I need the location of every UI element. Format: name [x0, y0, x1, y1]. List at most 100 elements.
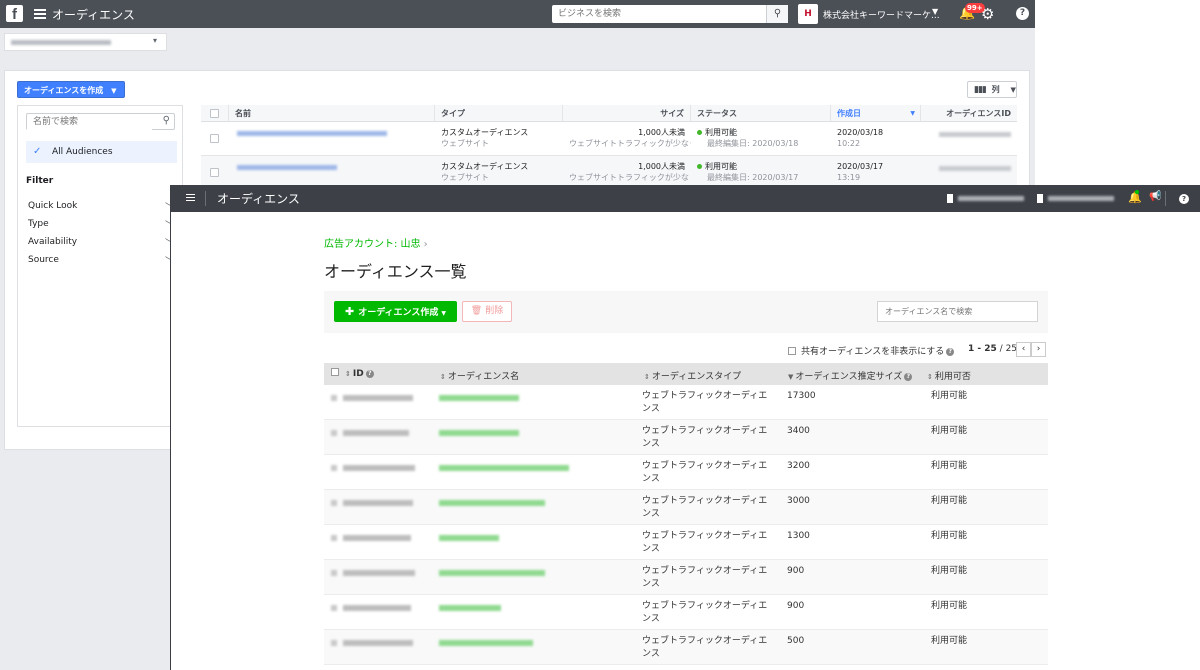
megaphone-icon[interactable]: 📢 [1149, 191, 1161, 202]
audience-size: 900 [787, 566, 805, 576]
filter-type[interactable]: Type ﹀ [28, 219, 174, 231]
columns-icon: ▮▮▮ [974, 85, 987, 95]
delete-button[interactable]: 🗑 削除 [462, 301, 512, 322]
business-search[interactable]: ⚲ [552, 5, 788, 23]
audience-name-redacted[interactable] [439, 640, 533, 646]
document-icon [1037, 194, 1043, 203]
audience-id-redacted [343, 640, 413, 646]
column-header-availability[interactable]: ⇕ 利用可否 [927, 369, 971, 382]
column-header-name[interactable]: 名前 [229, 105, 435, 122]
column-header-size[interactable]: ▼ オーディエンス推定サイズ? [788, 369, 913, 382]
pagination-total: / 25 [999, 344, 1018, 354]
column-header-name[interactable]: ⇕ オーディエンス名 [440, 369, 519, 382]
business-selector[interactable]: H 株式会社キーワードマーケ... ▼ [798, 4, 946, 24]
help-icon[interactable]: ? [904, 373, 913, 381]
all-audiences-label: All Audiences [52, 147, 113, 157]
audience-id-redacted [343, 570, 415, 576]
name-search[interactable]: ⚲ [26, 113, 175, 130]
filter-availability[interactable]: Availability ﹀ [28, 237, 174, 249]
hide-shared-toggle[interactable]: 共有オーディエンスを非表示にする? [788, 344, 955, 357]
account-selector[interactable] [947, 193, 1031, 204]
table-row[interactable]: ウェブトラフィックオーディエンス 3000 利用可能 [324, 490, 1048, 525]
row-checkbox-redacted[interactable] [331, 500, 337, 506]
row-checkbox-redacted[interactable] [331, 535, 337, 541]
column-header-audience-id[interactable]: オーディエンスID [921, 105, 1017, 122]
table-row[interactable]: カスタムオーディエンス ウェブサイト 1,000人未満 ウェブサイトトラフィック… [201, 122, 1017, 156]
audience-name-redacted[interactable] [439, 605, 501, 611]
filter-sidebar: ⚲ ✓ All Audiences Filter Quick Look ﹀ Ty… [17, 105, 183, 427]
row-checkbox-redacted[interactable] [331, 465, 337, 471]
row-checkbox[interactable] [210, 134, 219, 143]
page-title: オーディエンス [52, 8, 135, 22]
audience-search-input[interactable] [878, 302, 1033, 321]
help-icon[interactable]: ? [1179, 194, 1189, 204]
table-row[interactable]: ウェブトラフィックオーディエンス 1300 利用可能 [324, 525, 1048, 560]
audience-size: 17300 [787, 391, 816, 401]
plus-icon: ✚ [344, 305, 355, 318]
delete-label: 削除 [485, 306, 504, 316]
name-search-input[interactable] [27, 114, 152, 130]
row-checkbox-redacted[interactable] [331, 430, 337, 436]
column-header-created[interactable]: 作成日 ▼ [831, 105, 921, 122]
audience-name-redacted[interactable] [439, 395, 519, 401]
next-page-button[interactable]: › [1031, 342, 1046, 357]
help-icon[interactable]: ? [365, 370, 374, 378]
audience-name-redacted[interactable] [439, 570, 545, 576]
select-all-checkbox[interactable] [210, 109, 219, 118]
help-icon[interactable]: ? [1016, 7, 1029, 20]
ad-account-selector[interactable]: ▾ [4, 33, 167, 51]
ad-account-selector[interactable] [1037, 193, 1123, 204]
audience-name-redacted[interactable] [439, 430, 519, 436]
filter-source[interactable]: Source ﹀ [28, 255, 174, 267]
row-checkbox-redacted[interactable] [331, 605, 337, 611]
column-header-status[interactable]: ステータス [691, 105, 831, 122]
table-row[interactable]: ウェブトラフィックオーディエンス 900 利用可能 [324, 595, 1048, 630]
audience-id-redacted [343, 465, 415, 471]
select-all-header[interactable] [201, 105, 229, 122]
availability: 利用可能 [931, 601, 968, 611]
audience-size: 1,000人未満 [638, 162, 685, 171]
row-checkbox[interactable] [210, 168, 219, 177]
business-search-input[interactable] [552, 5, 762, 23]
audience-name-redacted[interactable] [439, 500, 545, 506]
audience-name-redacted[interactable] [439, 465, 569, 471]
create-audience-button[interactable]: オーディエンスを作成 ▼ [17, 81, 125, 98]
previous-page-button[interactable]: ‹ [1016, 342, 1031, 357]
filter-quick-look[interactable]: Quick Look ﹀ [28, 201, 174, 213]
gear-icon[interactable]: ⚙ [981, 5, 994, 23]
audience-type: ウェブトラフィックオーディエンス [642, 391, 768, 414]
all-audiences-item[interactable]: ✓ All Audiences [26, 141, 177, 163]
facebook-logo[interactable]: f [6, 5, 23, 23]
search-icon[interactable]: ⚲ [766, 5, 788, 23]
column-header-type[interactable]: タイプ [435, 105, 563, 122]
filter-label: Type [28, 219, 49, 229]
breadcrumb-ad-account[interactable]: 広告アカウント: 山忠 [324, 239, 421, 250]
select-all-checkbox[interactable] [331, 368, 339, 379]
column-header-type[interactable]: ⇕ オーディエンスタイプ [644, 369, 741, 382]
table-row[interactable]: ウェブトラフィックオーディエンス 17300 利用可能 [324, 385, 1048, 420]
menu-icon[interactable] [186, 194, 195, 203]
audience-size-note: ウェブサイトトラフィックが少な [569, 173, 689, 182]
columns-button[interactable]: ▮▮▮ 列 ▼ [967, 81, 1017, 98]
create-audience-button[interactable]: ✚ オーディエンス作成 ▼ [334, 301, 457, 322]
row-checkbox-redacted[interactable] [331, 570, 337, 576]
help-icon[interactable]: ? [946, 348, 955, 356]
row-checkbox-redacted[interactable] [331, 640, 337, 646]
table-row[interactable]: ウェブトラフィックオーディエンス 3400 利用可能 [324, 420, 1048, 455]
audience-name-redacted[interactable] [439, 535, 499, 541]
table-row[interactable]: ウェブトラフィックオーディエンス 500 利用可能 [324, 630, 1048, 665]
row-checkbox-redacted[interactable] [331, 395, 337, 401]
created-header-label: 作成日 [837, 109, 861, 118]
menu-icon[interactable] [34, 7, 46, 21]
audience-search[interactable] [877, 301, 1038, 322]
table-row[interactable]: ウェブトラフィックオーディエンス 900 利用可能 [324, 560, 1048, 595]
created-time: 13:19 [837, 173, 861, 182]
audience-name-redacted[interactable] [237, 165, 337, 170]
audience-name-redacted[interactable] [237, 131, 387, 136]
hide-shared-checkbox[interactable] [788, 347, 796, 355]
column-header-size[interactable]: サイズ [563, 105, 691, 122]
sort-icon: ⇕ [644, 373, 650, 381]
table-row[interactable]: ウェブトラフィックオーディエンス 3200 利用可能 [324, 455, 1048, 490]
created-date: 2020/03/17 [837, 162, 884, 171]
column-header-id[interactable]: ⇕ ID? [345, 369, 374, 379]
